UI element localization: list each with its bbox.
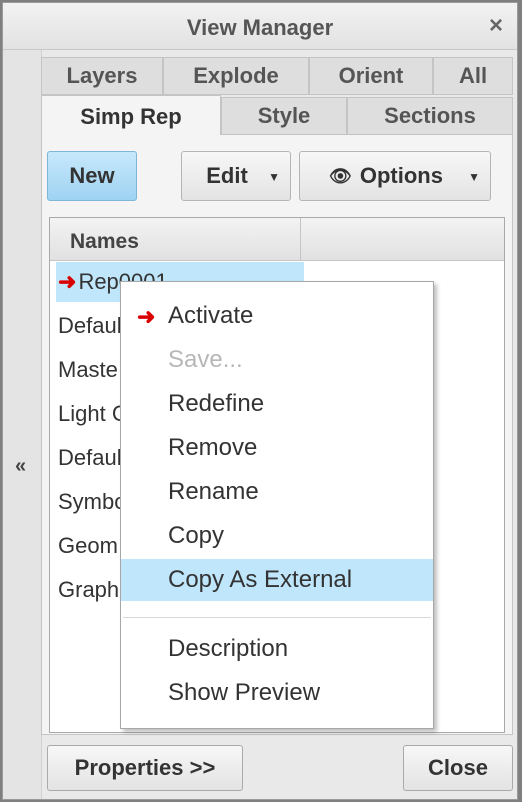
- tab-style[interactable]: Style: [221, 97, 347, 135]
- close-button[interactable]: Close: [403, 745, 513, 791]
- tab-explode[interactable]: Explode: [163, 57, 309, 95]
- options-label: Options: [359, 163, 443, 188]
- tab-simp-rep[interactable]: Simp Rep: [41, 95, 221, 137]
- active-arrow-icon: ➜: [137, 304, 156, 329]
- menu-item-label: Activate: [168, 302, 254, 329]
- menu-item-copy[interactable]: Copy: [121, 515, 433, 557]
- eye-icon: 👁: [329, 165, 352, 186]
- title-bar: View Manager ×: [3, 3, 517, 50]
- menu-item-rename[interactable]: Rename: [121, 471, 433, 513]
- chevron-down-icon: ▼: [468, 170, 480, 184]
- chevron-down-icon: ▼: [268, 170, 280, 184]
- properties-button[interactable]: Properties >>: [47, 745, 243, 791]
- context-menu: ➜ Activate Save... Redefine Remove Renam…: [120, 281, 434, 729]
- new-button[interactable]: New: [47, 151, 137, 201]
- options-button[interactable]: 👁 Options ▼: [299, 151, 491, 201]
- active-arrow-icon: ➜: [58, 269, 77, 294]
- menu-item-redefine[interactable]: Redefine: [121, 383, 433, 425]
- collapse-strip[interactable]: «: [3, 50, 42, 799]
- edit-button[interactable]: Edit ▼: [181, 151, 291, 201]
- column-header-names[interactable]: Names: [70, 230, 139, 254]
- menu-item-description[interactable]: Description: [121, 628, 433, 670]
- edit-label: Edit: [206, 163, 248, 188]
- tab-sections[interactable]: Sections: [347, 97, 513, 135]
- window-title: View Manager: [186, 15, 334, 40]
- collapse-icon[interactable]: «: [15, 455, 26, 478]
- menu-item-copy-as-external[interactable]: Copy As External: [121, 559, 433, 601]
- tab-orient[interactable]: Orient: [309, 57, 433, 95]
- list-header: Names: [50, 218, 504, 261]
- tab-layers[interactable]: Layers: [41, 57, 163, 95]
- close-icon[interactable]: ×: [489, 12, 503, 40]
- menu-item-remove[interactable]: Remove: [121, 427, 433, 469]
- menu-item-show-preview[interactable]: Show Preview: [121, 672, 433, 714]
- column-divider[interactable]: [300, 218, 301, 260]
- menu-item-save: Save...: [168, 346, 243, 373]
- menu-separator: [123, 617, 431, 618]
- menu-item-activate[interactable]: ➜ Activate: [121, 295, 433, 337]
- tab-all[interactable]: All: [433, 57, 513, 95]
